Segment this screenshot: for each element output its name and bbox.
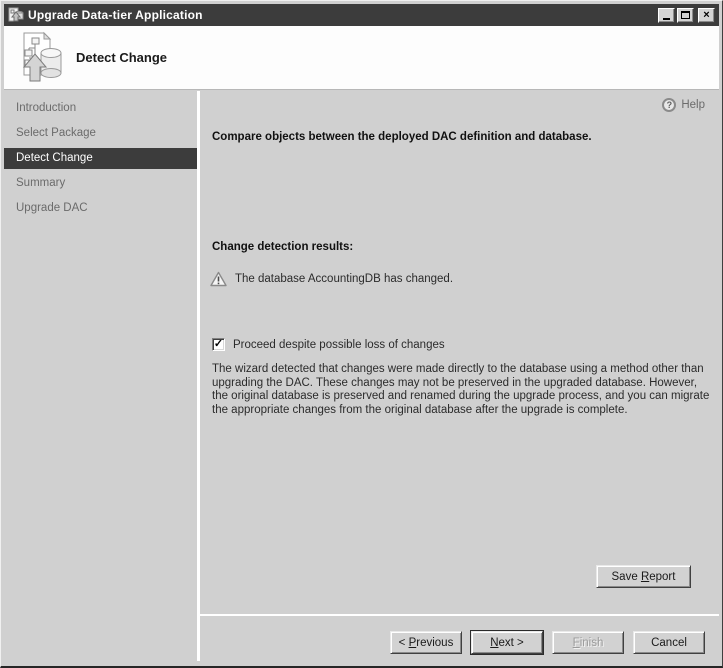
finish-button: Finish xyxy=(552,631,624,654)
save-report-mnemonic: R xyxy=(640,570,650,583)
wizard-header: Detect Change xyxy=(4,26,719,90)
wizard-steps-sidebar: Introduction Select Package Detect Chang… xyxy=(4,91,197,663)
sidebar-item-summary[interactable]: Summary xyxy=(4,173,197,194)
window-controls: × xyxy=(658,7,715,23)
save-report-label-rest: eport xyxy=(649,570,676,583)
minimize-icon xyxy=(663,18,670,20)
window-title: Upgrade Data-tier Application xyxy=(28,8,203,22)
close-icon: × xyxy=(703,8,710,21)
cancel-button[interactable]: Cancel xyxy=(633,631,705,654)
footer-divider xyxy=(200,614,719,616)
previous-button[interactable]: < Previous xyxy=(390,631,462,654)
help-label: Help xyxy=(681,99,705,111)
save-report-label: Save xyxy=(611,570,641,583)
finish-mnemonic: F xyxy=(572,636,580,649)
cancel-label: Cancel xyxy=(651,636,687,649)
navigation-buttons: < Previous Next > Finish Cancel xyxy=(390,631,705,654)
help-icon: ? xyxy=(662,98,677,112)
previous-label: < xyxy=(398,636,409,649)
wizard-content: ? Help Compare objects between the deplo… xyxy=(200,91,719,663)
proceed-checkbox-label: Proceed despite possible loss of changes xyxy=(233,338,445,351)
warning-message: The database AccountingDB has changed. xyxy=(235,273,454,285)
proceed-checkbox[interactable]: ✓ xyxy=(212,338,225,351)
help-link[interactable]: ? Help xyxy=(662,98,705,112)
previous-label-rest: revious xyxy=(416,636,454,649)
sidebar-item-upgrade-dac[interactable]: Upgrade DAC xyxy=(4,198,197,219)
warning-row: The database AccountingDB has changed. xyxy=(210,271,453,287)
sidebar-item-detect-change[interactable]: Detect Change xyxy=(4,148,197,169)
sidebar-item-introduction[interactable]: Introduction xyxy=(4,98,197,119)
proceed-checkbox-row: ✓ Proceed despite possible loss of chang… xyxy=(212,338,445,351)
previous-mnemonic: P xyxy=(408,636,417,649)
maximize-button[interactable] xyxy=(677,7,694,23)
page-description: Compare objects between the deployed DAC… xyxy=(212,131,592,143)
sidebar-item-select-package[interactable]: Select Package xyxy=(4,123,197,144)
next-button[interactable]: Next > xyxy=(471,631,543,654)
finish-label-rest: inish xyxy=(579,636,604,649)
wizard-window: Upgrade Data-tier Application × Detect C… xyxy=(0,0,723,668)
close-button[interactable]: × xyxy=(698,7,715,23)
wizard-explanation-text: The wizard detected that changes were ma… xyxy=(212,363,710,416)
results-heading: Change detection results: xyxy=(212,241,354,253)
app-icon xyxy=(8,7,24,22)
maximize-icon xyxy=(681,11,690,19)
next-mnemonic: N xyxy=(490,636,499,649)
next-label-rest: ext > xyxy=(498,636,524,649)
warning-icon xyxy=(210,271,227,287)
minimize-button[interactable] xyxy=(658,7,675,23)
title-bar: Upgrade Data-tier Application × xyxy=(4,4,719,26)
detect-change-icon xyxy=(22,31,62,82)
save-report-button[interactable]: Save Report xyxy=(596,565,691,588)
page-title: Detect Change xyxy=(76,50,168,65)
